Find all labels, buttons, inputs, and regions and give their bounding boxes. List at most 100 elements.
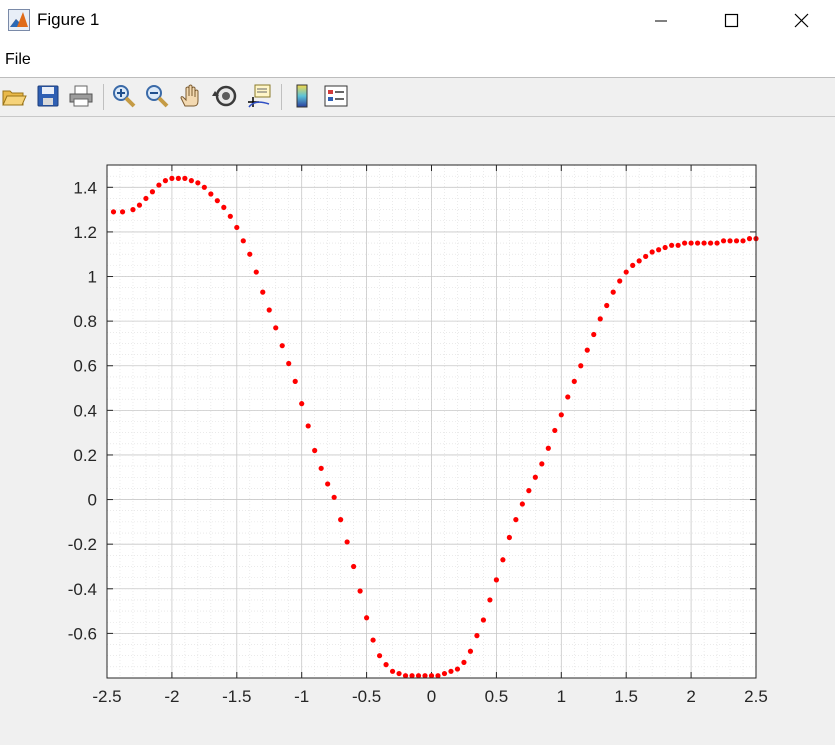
data-point bbox=[312, 447, 318, 454]
data-point bbox=[247, 251, 253, 257]
data-point bbox=[292, 378, 298, 384]
data-point bbox=[526, 488, 532, 494]
rotate-3d-icon bbox=[212, 85, 237, 107]
data-point bbox=[299, 401, 305, 407]
data-point bbox=[636, 258, 642, 264]
data-point bbox=[318, 465, 324, 471]
y-tick-label: 0.2 bbox=[73, 446, 97, 465]
data-point bbox=[227, 213, 233, 219]
data-point bbox=[597, 316, 603, 322]
save-icon bbox=[37, 85, 59, 107]
data-point bbox=[441, 670, 448, 677]
y-tick-label: 0.8 bbox=[73, 312, 97, 331]
save-button[interactable] bbox=[34, 82, 62, 110]
data-point bbox=[623, 269, 629, 275]
data-point bbox=[325, 481, 331, 487]
menu-file[interactable]: File bbox=[5, 51, 31, 69]
data-point bbox=[208, 191, 214, 197]
x-tick-label: -2 bbox=[164, 687, 179, 706]
data-point bbox=[182, 175, 188, 181]
close-button[interactable] bbox=[778, 0, 824, 42]
data-point bbox=[188, 178, 194, 184]
colorbar-icon bbox=[296, 84, 308, 108]
minimize-button[interactable] bbox=[638, 0, 684, 42]
data-point bbox=[364, 615, 370, 621]
data-point bbox=[175, 175, 181, 181]
scatter-plot[interactable]: -2.5 -2 -1.5 -1 -0.5 0 0.5 1 1.5 2 2.5 1.4 1.2 1 0.8 0.… bbox=[0, 117, 835, 740]
x-tick-label: -2.5 bbox=[92, 687, 121, 706]
data-point bbox=[682, 240, 688, 246]
data-point bbox=[610, 289, 616, 295]
data-point bbox=[558, 412, 564, 418]
data-cursor-button[interactable] bbox=[245, 82, 273, 110]
data-point bbox=[370, 637, 376, 643]
maximize-icon bbox=[724, 13, 739, 28]
data-point bbox=[578, 363, 584, 369]
x-tick-label: 0 bbox=[427, 687, 436, 706]
data-point bbox=[539, 461, 545, 467]
data-point bbox=[396, 670, 402, 677]
legend-button[interactable] bbox=[322, 82, 350, 110]
x-tick-label: 2 bbox=[686, 687, 695, 706]
data-point bbox=[286, 360, 292, 367]
data-point bbox=[273, 325, 279, 331]
y-tick-label: -0.4 bbox=[68, 580, 97, 599]
data-point bbox=[156, 182, 162, 188]
data-point bbox=[234, 224, 240, 231]
open-button[interactable] bbox=[0, 82, 28, 110]
menu-bar: File bbox=[0, 42, 835, 78]
data-point bbox=[136, 202, 143, 208]
data-point bbox=[474, 633, 480, 639]
data-point bbox=[532, 474, 538, 480]
data-cursor-icon bbox=[248, 84, 271, 108]
data-point bbox=[493, 577, 499, 583]
y-tick-label: 1.2 bbox=[73, 223, 97, 242]
print-icon bbox=[69, 85, 93, 107]
data-point bbox=[143, 195, 149, 202]
data-point bbox=[506, 534, 512, 541]
data-point bbox=[694, 240, 701, 246]
data-point bbox=[119, 209, 126, 215]
data-point bbox=[500, 557, 506, 563]
zoom-in-icon bbox=[113, 85, 136, 108]
data-point bbox=[487, 597, 493, 603]
maximize-button[interactable] bbox=[708, 0, 754, 42]
zoom-in-button[interactable] bbox=[110, 82, 138, 110]
data-point bbox=[740, 238, 746, 244]
pan-button[interactable] bbox=[177, 82, 205, 110]
data-point bbox=[669, 242, 675, 248]
rotate-button[interactable] bbox=[212, 82, 240, 110]
x-tick-label: -0.5 bbox=[352, 687, 381, 706]
data-point bbox=[720, 238, 727, 244]
x-tick-label: 1 bbox=[557, 687, 566, 706]
data-point bbox=[240, 238, 246, 244]
close-icon bbox=[794, 13, 809, 28]
data-point bbox=[344, 539, 350, 545]
data-point bbox=[221, 204, 227, 210]
toolbar-separator bbox=[281, 84, 282, 110]
data-point bbox=[630, 262, 636, 268]
data-point bbox=[604, 302, 610, 309]
data-point bbox=[467, 648, 474, 654]
data-point bbox=[701, 240, 707, 246]
data-point bbox=[383, 662, 389, 668]
data-point bbox=[195, 180, 201, 186]
colorbar-button[interactable] bbox=[288, 82, 316, 110]
data-point bbox=[331, 494, 337, 500]
data-point bbox=[214, 198, 220, 204]
data-point bbox=[461, 659, 467, 665]
data-point bbox=[617, 278, 623, 284]
data-point bbox=[688, 240, 694, 246]
data-point bbox=[389, 668, 396, 674]
print-button[interactable] bbox=[67, 82, 95, 110]
y-tick-label: 1.4 bbox=[73, 178, 97, 197]
data-point bbox=[448, 668, 454, 674]
x-tick-label: 0.5 bbox=[485, 687, 509, 706]
data-point bbox=[260, 289, 266, 295]
data-point bbox=[376, 653, 383, 659]
figure-canvas: -2.5 -2 -1.5 -1 -0.5 0 0.5 1 1.5 2 2.5 1.4 1.2 1 0.8 0.… bbox=[0, 117, 835, 740]
data-point bbox=[351, 563, 357, 570]
zoom-out-button[interactable] bbox=[143, 82, 171, 110]
data-point bbox=[662, 244, 668, 251]
data-point bbox=[266, 307, 272, 313]
